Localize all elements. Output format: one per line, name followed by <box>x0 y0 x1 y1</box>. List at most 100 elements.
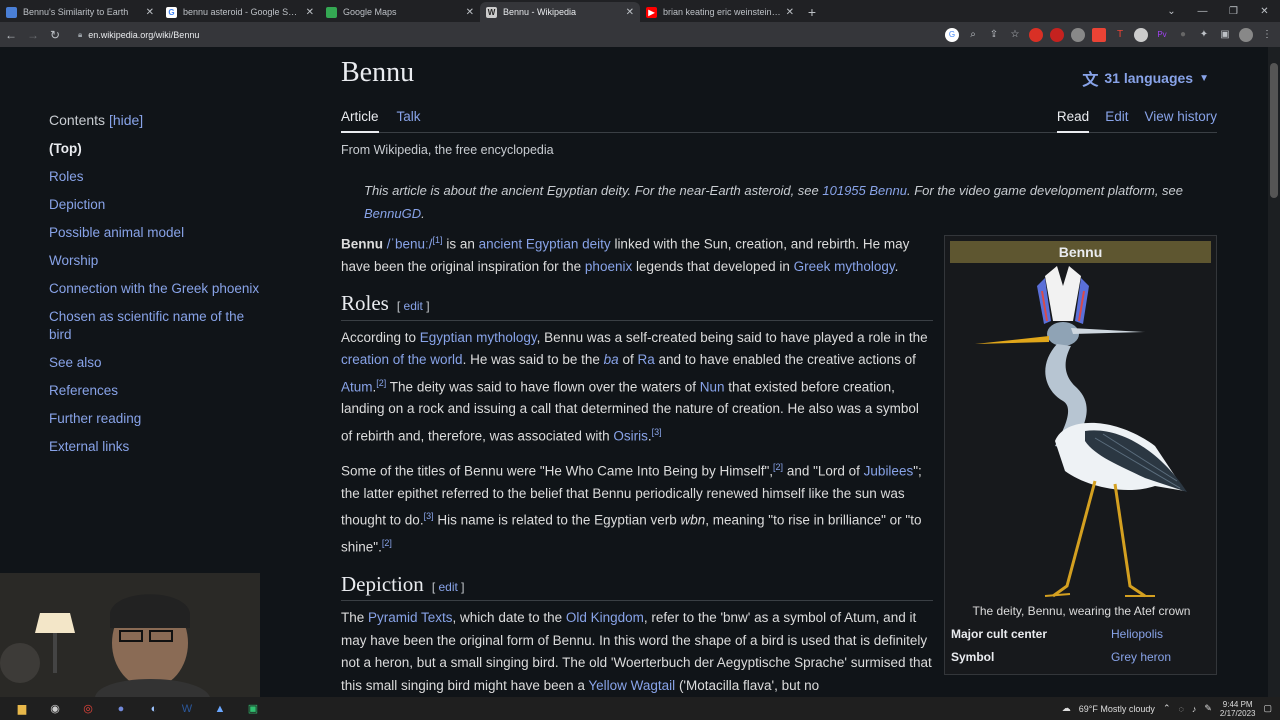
minimize-icon[interactable]: — <box>1187 0 1218 22</box>
link-jubilees[interactable]: Jubilees <box>864 463 914 478</box>
toc-item-top[interactable]: (Top) <box>49 140 269 158</box>
extensions-puzzle-icon[interactable]: ✦ <box>1197 28 1211 42</box>
link-osiris[interactable]: Osiris <box>613 428 648 443</box>
app-icon[interactable]: ◉ <box>44 700 66 718</box>
tab-article[interactable]: Article <box>341 109 379 133</box>
google-lens-icon[interactable]: G <box>945 27 959 42</box>
reload-icon[interactable]: ↻ <box>44 28 66 42</box>
bennu-bird-illustration[interactable] <box>945 266 1218 601</box>
toc-item-references[interactable]: References <box>49 382 269 400</box>
link-old-kingdom[interactable]: Old Kingdom <box>566 610 644 625</box>
toc-item-greek-phoenix[interactable]: Connection with the Greek phoenix <box>49 280 269 298</box>
app-icon[interactable]: ▲ <box>209 700 231 718</box>
citation[interactable]: [1] <box>433 235 443 245</box>
toc-item-worship[interactable]: Worship <box>49 252 269 270</box>
link-atum[interactable]: Atum <box>341 379 373 394</box>
notifications-icon[interactable]: ▢ <box>1263 703 1272 714</box>
weather-text[interactable]: 69°F Mostly cloudy <box>1079 704 1155 714</box>
link-ra[interactable]: Ra <box>637 352 654 367</box>
link-grey-heron[interactable]: Grey heron <box>1111 650 1171 664</box>
link-egyptian-mythology[interactable]: Egyptian mythology <box>420 330 537 345</box>
close-tab-icon[interactable]: ✕ <box>626 7 634 18</box>
zoom-icon[interactable]: ⌕ <box>966 28 980 42</box>
toc-item-possible-animal-model[interactable]: Possible animal model <box>49 224 269 242</box>
chrome-icon[interactable]: ◎ <box>77 700 99 718</box>
tab-search-icon[interactable]: ⌄ <box>1156 0 1187 22</box>
edit-section-link[interactable]: edit <box>404 299 423 313</box>
close-window-icon[interactable]: ✕ <box>1249 0 1280 22</box>
app-icon[interactable]: ▣ <box>242 700 264 718</box>
extension-icon[interactable] <box>1071 27 1085 42</box>
link-heliopolis[interactable]: Heliopolis <box>1111 627 1163 641</box>
browser-tab[interactable]: Google Maps ✕ <box>320 2 480 22</box>
toc-item-external-links[interactable]: External links <box>49 438 269 456</box>
chevron-up-icon[interactable]: ⌃ <box>1163 703 1171 714</box>
link-ancient-egyptian-deity[interactable]: ancient Egyptian deity <box>479 237 611 252</box>
citation[interactable]: [3] <box>424 511 434 521</box>
word-icon[interactable]: W <box>176 700 198 718</box>
volume-icon[interactable]: ♪ <box>1192 704 1197 714</box>
tab-talk[interactable]: Talk <box>397 109 421 133</box>
tab-edit[interactable]: Edit <box>1105 109 1128 133</box>
toc-item-depiction[interactable]: Depiction <box>49 196 269 214</box>
citation[interactable]: [2] <box>773 462 783 472</box>
citation[interactable]: [2] <box>376 378 386 388</box>
extension-icon[interactable]: ● <box>1176 28 1190 42</box>
citation[interactable]: [3] <box>652 427 662 437</box>
close-tab-icon[interactable]: ✕ <box>466 7 474 18</box>
toc-item-further-reading[interactable]: Further reading <box>49 410 269 428</box>
extension-icon[interactable]: Pv <box>1155 28 1169 42</box>
restore-icon[interactable]: ❐ <box>1218 0 1249 22</box>
browser-tab-active[interactable]: W Bennu - Wikipedia ✕ <box>480 2 640 22</box>
discord-icon[interactable]: ● <box>110 700 132 718</box>
link-nun[interactable]: Nun <box>700 379 725 394</box>
bookmark-star-icon[interactable]: ☆ <box>1008 28 1022 42</box>
back-icon[interactable]: ← <box>0 28 22 42</box>
browser-tab[interactable]: G bennu asteroid - Google Search ✕ <box>160 2 320 22</box>
edit-section-link[interactable]: edit <box>438 580 457 594</box>
citation[interactable]: [2] <box>382 538 392 548</box>
link-101955-bennu[interactable]: 101955 Bennu <box>822 183 907 198</box>
extension-icon[interactable]: T <box>1113 28 1127 42</box>
forward-icon[interactable]: → <box>22 28 44 42</box>
tab-view-history[interactable]: View history <box>1144 109 1217 133</box>
link-greek-mythology[interactable]: Greek mythology <box>794 259 895 274</box>
link-bennugd[interactable]: BennuGD <box>364 206 421 221</box>
side-panel-icon[interactable]: ▣ <box>1218 28 1232 42</box>
close-tab-icon[interactable]: ✕ <box>786 7 794 18</box>
link-yellow-wagtail[interactable]: Yellow Wagtail <box>588 678 675 693</box>
file-explorer-icon[interactable]: ▆ <box>11 700 33 718</box>
extension-icon[interactable] <box>1050 27 1064 42</box>
profile-avatar[interactable] <box>1239 27 1253 42</box>
ipa-link[interactable]: /ˈbenuː/ <box>387 237 433 252</box>
share-icon[interactable]: ⇪ <box>987 28 1001 42</box>
tab-read[interactable]: Read <box>1056 109 1090 133</box>
browser-tab[interactable]: ▶ brian keating eric weinstein - Yo ✕ <box>640 2 800 22</box>
weather-icon[interactable]: ☁ <box>1062 703 1071 714</box>
toc-item-roles[interactable]: Roles <box>49 168 269 186</box>
link-creation-of-the-world[interactable]: creation of the world <box>341 352 463 367</box>
extension-icon[interactable] <box>1092 27 1106 42</box>
lock-icon[interactable]: 🔒︎ <box>78 30 82 40</box>
hide-toc-link[interactable]: [hide] <box>109 112 143 128</box>
toc-item-see-also[interactable]: See also <box>49 354 269 372</box>
link-pyramid-texts[interactable]: Pyramid Texts <box>368 610 453 625</box>
clock[interactable]: 9:44 PM 2/17/2023 <box>1220 700 1256 718</box>
page-scrollbar[interactable] <box>1268 47 1280 697</box>
link-phoenix[interactable]: phoenix <box>585 259 632 274</box>
menu-kebab-icon[interactable]: ⋮ <box>1260 28 1274 42</box>
close-tab-icon[interactable]: ✕ <box>146 7 154 18</box>
network-icon[interactable]: ◌ <box>1178 704 1183 714</box>
link-ba[interactable]: ba <box>604 352 619 367</box>
extension-icon[interactable] <box>1134 27 1148 42</box>
language-selector[interactable]: 文 31 languages ▼ <box>1082 66 1209 90</box>
close-tab-icon[interactable]: ✕ <box>306 7 314 18</box>
scrollbar-thumb[interactable] <box>1270 63 1278 198</box>
browser-tab[interactable]: Bennu's Similarity to Earth ✕ <box>0 2 160 22</box>
toc-item-scientific-name[interactable]: Chosen as scientific name of the bird <box>49 308 269 344</box>
app-icon[interactable]: ◐ <box>143 700 165 718</box>
pen-icon[interactable]: ✎ <box>1204 703 1212 714</box>
address-bar[interactable]: 🔒︎ en.wikipedia.org/wiki/Bennu <box>72 25 892 44</box>
new-tab-button[interactable]: + <box>800 2 824 22</box>
extension-icon[interactable] <box>1029 27 1043 42</box>
